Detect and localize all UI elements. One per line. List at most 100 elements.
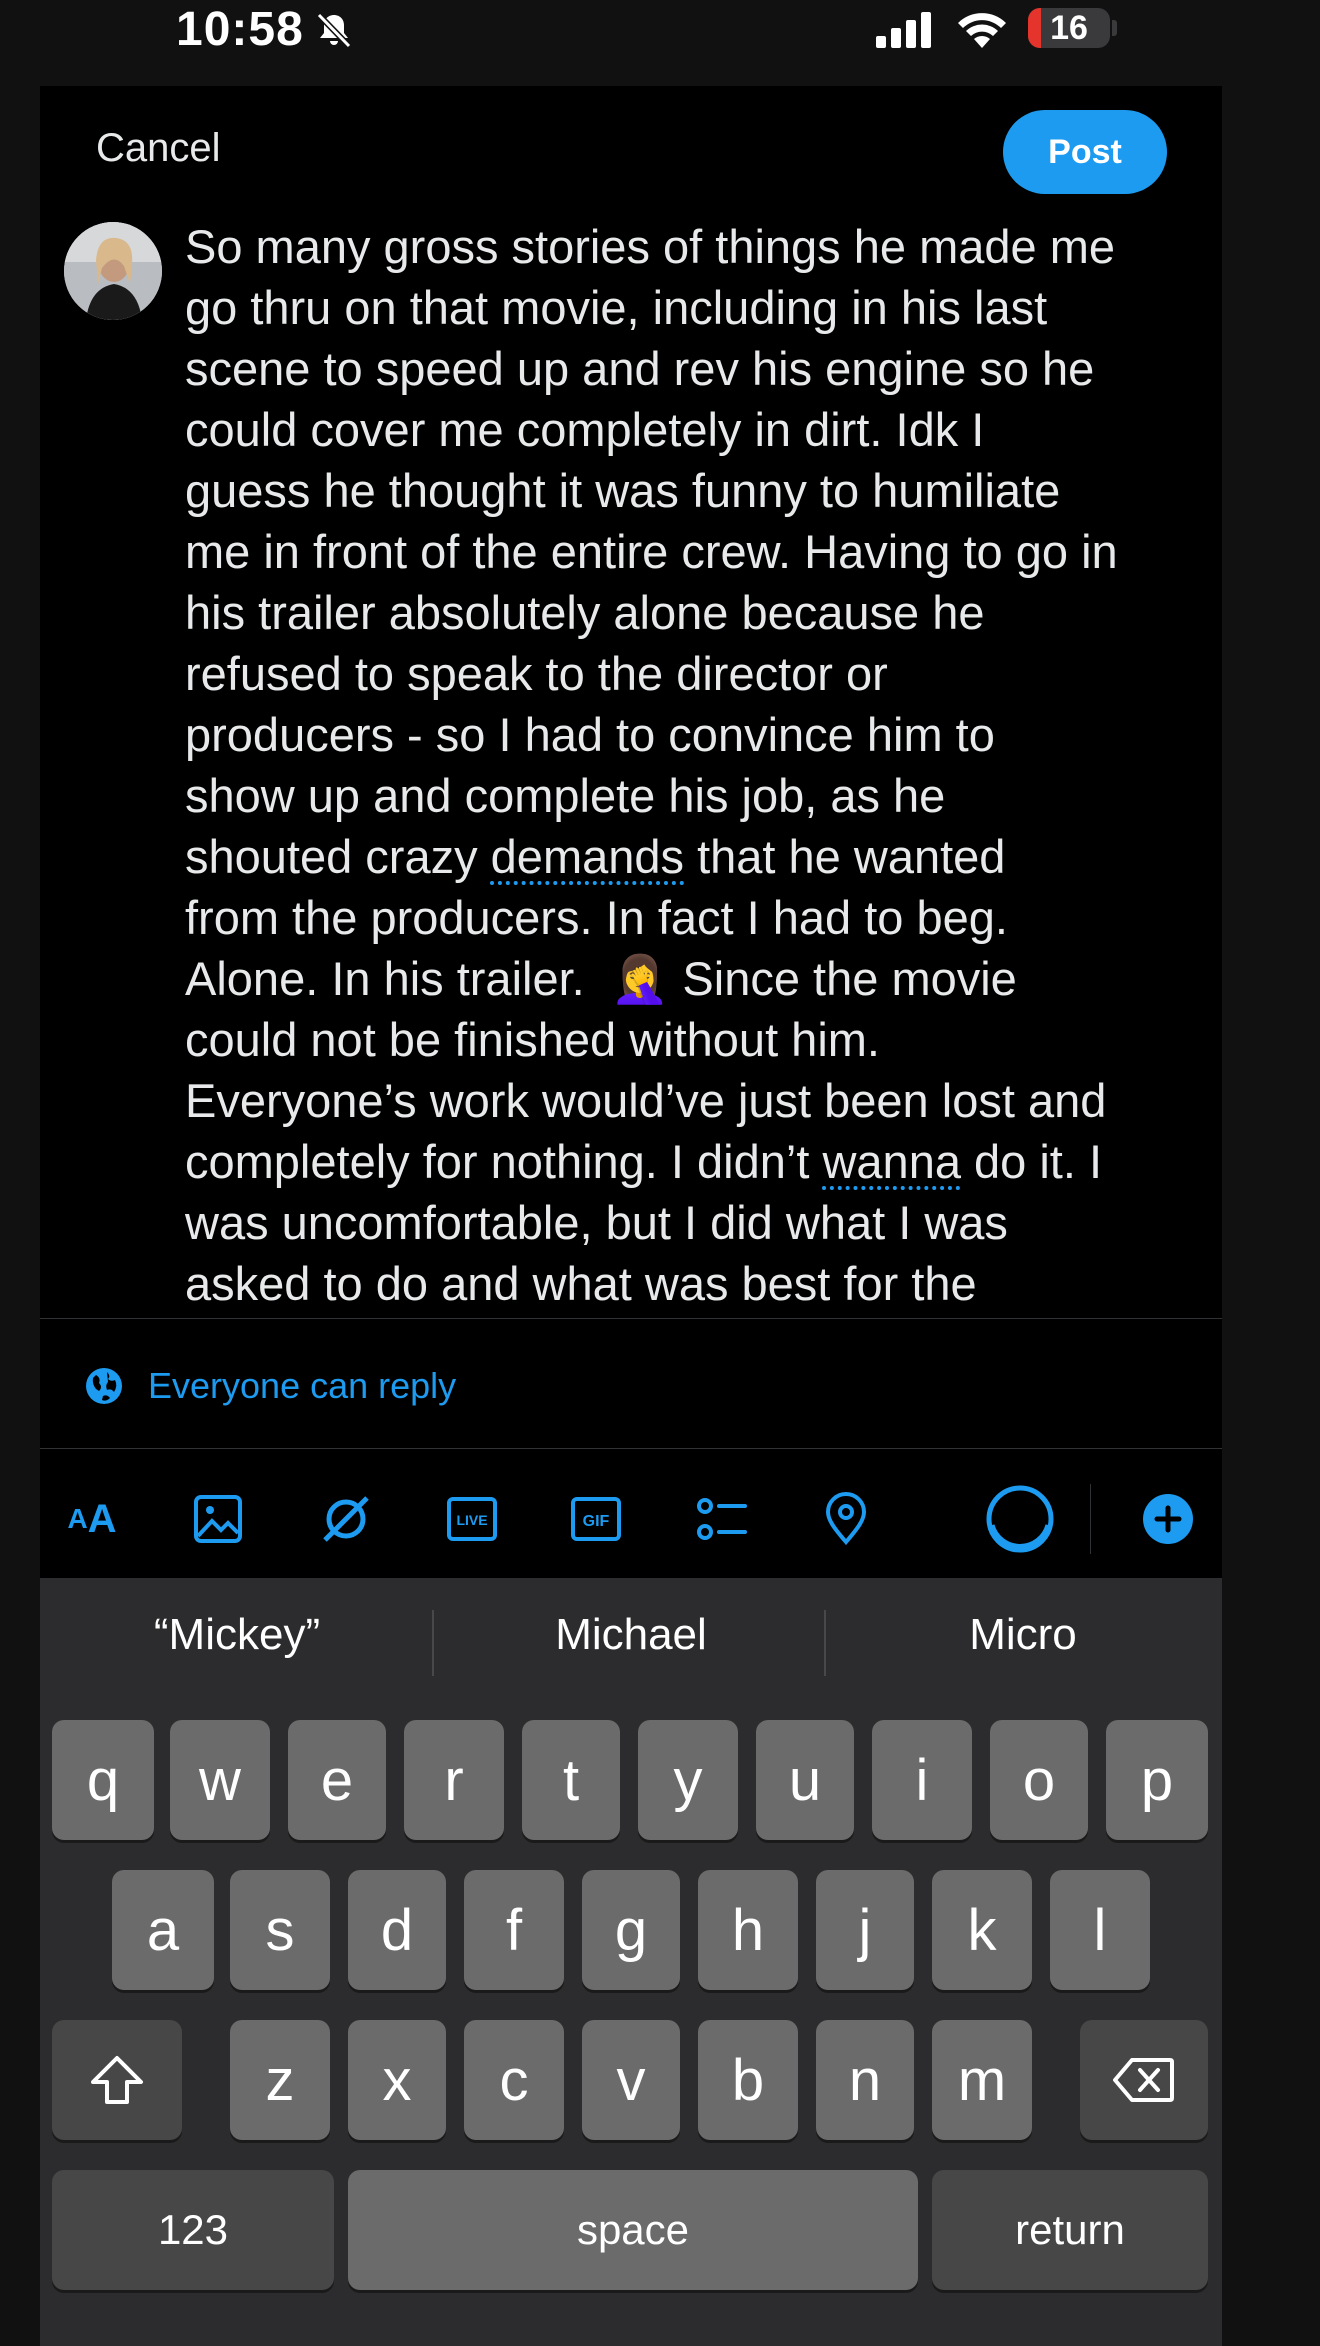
key-q[interactable]: q <box>52 1720 154 1840</box>
bell-slash-icon <box>316 12 352 49</box>
toolbar-separator <box>1090 1484 1091 1554</box>
text-line: that he wanted <box>684 830 1006 883</box>
image-icon[interactable] <box>188 1464 248 1574</box>
suggestion-michael[interactable]: Michael <box>436 1600 826 1670</box>
text-line: Since the movie <box>669 952 1017 1005</box>
key-p[interactable]: p <box>1106 1720 1208 1840</box>
key-l[interactable]: l <box>1050 1870 1150 1990</box>
spellcheck-word[interactable]: wanna <box>822 1135 961 1188</box>
gif-icon-glyph: GIF <box>571 1497 621 1541</box>
key-r[interactable]: r <box>404 1720 504 1840</box>
text-line: completely for nothing. I didn’t <box>185 1135 823 1188</box>
live-icon-glyph: LIVE <box>447 1497 497 1541</box>
globe-icon <box>86 1368 122 1404</box>
key-t[interactable]: t <box>522 1720 620 1840</box>
poll-icon[interactable] <box>692 1464 752 1574</box>
key-n[interactable]: n <box>816 2020 914 2140</box>
text-line: show up and complete his job, as he <box>185 769 946 822</box>
text-format-small-a: A <box>67 1503 88 1534</box>
key-u[interactable]: u <box>756 1720 854 1840</box>
space-key[interactable]: space <box>348 2170 918 2290</box>
gif-icon[interactable]: GIF <box>566 1464 626 1574</box>
battery-cap <box>1112 20 1117 36</box>
key-j[interactable]: j <box>816 1870 914 1990</box>
cancel-button[interactable]: Cancel <box>96 126 221 171</box>
suggestion-divider <box>432 1610 434 1676</box>
text-line: Alone. In his trailer. <box>185 952 611 1005</box>
shift-icon <box>91 2056 143 2104</box>
add-post-icon[interactable] <box>1138 1464 1198 1574</box>
reply-setting-button[interactable]: Everyone can reply <box>84 1356 456 1416</box>
text-line: refused to speak to the director or <box>185 647 888 700</box>
wifi-icon <box>958 13 1006 48</box>
facepalm-emoji: 🤦‍♀️ <box>610 952 670 1005</box>
live-icon[interactable]: LIVE <box>442 1464 502 1574</box>
divider <box>40 1318 1222 1319</box>
grok-icon-glyph <box>323 1496 369 1542</box>
battery-level: 16 <box>1050 9 1088 47</box>
key-v[interactable]: v <box>582 2020 680 2140</box>
key-b[interactable]: b <box>698 2020 798 2140</box>
avatar-photo <box>64 222 162 320</box>
reply-setting-label: Everyone can reply <box>148 1365 457 1406</box>
text-line: guess he thought it was funny to humilia… <box>185 464 1061 517</box>
text-format-icon[interactable]: AA <box>60 1464 124 1574</box>
avatar[interactable] <box>64 222 162 320</box>
text-line: producers - so I had to convince him to <box>185 708 995 761</box>
character-count-icon <box>982 1464 1058 1574</box>
key-g[interactable]: g <box>582 1870 680 1990</box>
text-line: Everyone’s work would’ve just been lost … <box>185 1074 1107 1127</box>
grok-icon[interactable] <box>316 1464 376 1574</box>
key-o[interactable]: o <box>990 1720 1088 1840</box>
character-count-ring <box>986 1485 1054 1553</box>
suggestion-divider <box>824 1610 826 1676</box>
key-i[interactable]: i <box>872 1720 972 1840</box>
key-k[interactable]: k <box>932 1870 1032 1990</box>
shift-key[interactable] <box>52 2020 182 2140</box>
keyboard: “Mickey” Michael Micro q w e r t y u i o… <box>40 1578 1222 2346</box>
status-time: 10:58 <box>176 3 304 56</box>
numbers-key[interactable]: 123 <box>52 2170 334 2290</box>
location-icon-glyph <box>825 1492 867 1546</box>
text-line: his trailer absolutely alone because he <box>185 586 985 639</box>
compose-panel: Cancel Post So many gross stories of thi… <box>40 86 1222 1578</box>
divider <box>40 1448 1222 1449</box>
key-d[interactable]: d <box>348 1870 446 1990</box>
battery-icon: 16 <box>1028 8 1110 48</box>
text-line: from the producers. In fact I had to beg… <box>185 891 1008 944</box>
text-line: could cover me completely in dirt. Idk I <box>185 403 985 456</box>
delete-key[interactable] <box>1080 2020 1208 2140</box>
location-icon[interactable] <box>816 1464 876 1574</box>
poll-icon-glyph <box>697 1498 747 1540</box>
key-y[interactable]: y <box>638 1720 738 1840</box>
text-line: go thru on that movie, including in his … <box>185 281 1048 334</box>
key-e[interactable]: e <box>288 1720 386 1840</box>
text-line: do it. I <box>960 1135 1103 1188</box>
text-line: could not be finished without him. <box>185 1013 880 1066</box>
text-line: was uncomfortable, but I did what I was <box>185 1196 1008 1249</box>
key-c[interactable]: c <box>464 2020 564 2140</box>
key-x[interactable]: x <box>348 2020 446 2140</box>
return-key[interactable]: return <box>932 2170 1208 2290</box>
key-f[interactable]: f <box>464 1870 564 1990</box>
text-line: shouted crazy <box>185 830 491 883</box>
key-z[interactable]: z <box>230 2020 330 2140</box>
tweet-text-area[interactable]: So many gross stories of things he made … <box>185 216 1215 1311</box>
suggestion-micro[interactable]: Micro <box>828 1600 1218 1670</box>
add-post-glyph <box>1143 1494 1193 1544</box>
key-h[interactable]: h <box>698 1870 798 1990</box>
spellcheck-word[interactable]: demands <box>491 830 684 883</box>
text-line: me in front of the entire crew. Having t… <box>185 525 1118 578</box>
backspace-icon <box>1113 2058 1174 2102</box>
text-line: scene to speed up and rev his engine so … <box>185 342 1095 395</box>
key-a[interactable]: a <box>112 1870 214 1990</box>
signal-icon <box>876 12 931 48</box>
compose-toolbar: AA LIVE GIF <box>40 1464 1222 1574</box>
status-bar: 10:58 16 <box>0 0 1320 60</box>
key-s[interactable]: s <box>230 1870 330 1990</box>
text-line: So many gross stories of things he made … <box>185 220 1115 273</box>
key-w[interactable]: w <box>170 1720 270 1840</box>
suggestion-mickey[interactable]: “Mickey” <box>42 1600 432 1670</box>
post-button[interactable]: Post <box>1003 110 1167 194</box>
key-m[interactable]: m <box>932 2020 1032 2140</box>
